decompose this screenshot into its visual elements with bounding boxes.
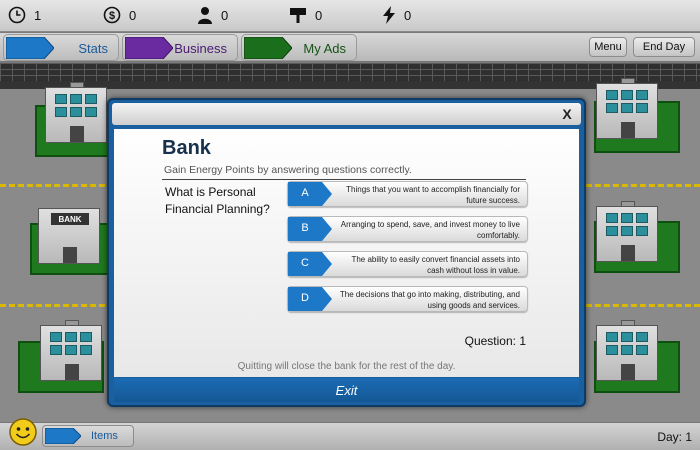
tab-business-label: Business xyxy=(174,41,227,56)
building[interactable] xyxy=(596,78,658,139)
building[interactable] xyxy=(596,201,658,262)
tab-flag-icon xyxy=(244,37,292,59)
answer-text: Things that you want to accomplish finan… xyxy=(346,185,520,205)
answer-d-button[interactable]: D The decisions that go into making, dis… xyxy=(287,286,528,312)
answer-letter: C xyxy=(301,257,309,269)
answer-letter: D xyxy=(301,292,309,304)
bank-sign: BANK xyxy=(51,213,89,225)
nav-bar: Stats Business My Ads Menu End Day xyxy=(0,33,700,62)
tab-flag-icon xyxy=(125,37,173,59)
exit-button[interactable]: Exit xyxy=(114,378,579,402)
items-button[interactable]: Items xyxy=(42,425,134,447)
answer-b-button[interactable]: B Arranging to spend, save, and invest m… xyxy=(287,216,528,242)
sign-icon xyxy=(290,8,306,23)
dollar-icon: $ xyxy=(103,6,121,24)
tab-stats[interactable]: Stats xyxy=(3,34,119,61)
answer-letter: B xyxy=(301,222,309,234)
bottom-bar: Items Day: 1 xyxy=(0,418,700,450)
menu-button[interactable]: Menu xyxy=(589,37,627,57)
tab-stats-label: Stats xyxy=(78,41,108,56)
smiley-icon[interactable] xyxy=(8,417,38,447)
bank-building[interactable]: BANK xyxy=(38,208,100,264)
building[interactable] xyxy=(596,320,658,381)
day-label: Day: 1 xyxy=(657,430,692,444)
tab-flag-icon xyxy=(45,428,81,444)
tab-flag-icon xyxy=(6,37,54,59)
dialog-subtitle: Gain Energy Points by answering question… xyxy=(164,164,412,176)
answer-a-button[interactable]: A Things that you want to accomplish fin… xyxy=(287,181,528,207)
divider xyxy=(162,179,526,180)
ads-value: 0 xyxy=(315,7,323,23)
tab-my-ads[interactable]: My Ads xyxy=(241,34,357,61)
tab-my-ads-label: My Ads xyxy=(303,41,346,56)
svg-text:$: $ xyxy=(109,10,115,22)
dialog-title-bar: X xyxy=(112,103,581,125)
energy-counter: 0 xyxy=(382,6,411,24)
person-icon xyxy=(198,7,212,24)
brick-wall xyxy=(0,63,700,81)
ads-counter: 0 xyxy=(289,6,322,24)
money-counter: $ 0 xyxy=(103,6,136,24)
close-button[interactable]: X xyxy=(556,104,578,123)
building[interactable] xyxy=(40,320,102,381)
day-count-value: 1 xyxy=(34,7,42,23)
building[interactable] xyxy=(45,82,107,143)
answer-letter: A xyxy=(301,187,309,199)
energy-value: 0 xyxy=(404,7,412,23)
money-value: 0 xyxy=(129,7,137,23)
items-label: Items xyxy=(91,430,118,442)
clock-icon xyxy=(8,6,26,24)
lightning-icon xyxy=(383,6,395,24)
question-number: Question: 1 xyxy=(464,334,526,348)
answer-text: Arranging to spend, save, and invest mon… xyxy=(340,220,520,240)
customers-counter: 0 xyxy=(197,6,228,24)
answer-text: The decisions that go into making, distr… xyxy=(339,290,520,310)
customers-value: 0 xyxy=(221,7,229,23)
bank-dialog: X Bank Gain Energy Points by answering q… xyxy=(107,98,586,407)
stats-bar: 1 $ 0 0 0 0 xyxy=(0,0,700,32)
day-counter: 1 xyxy=(8,6,41,24)
dialog-body: Bank Gain Energy Points by answering que… xyxy=(114,129,579,377)
dialog-title: Bank xyxy=(162,137,211,159)
tab-business[interactable]: Business xyxy=(122,34,238,61)
end-day-button[interactable]: End Day xyxy=(633,37,695,57)
answer-text: The ability to easily convert financial … xyxy=(351,255,520,275)
answer-c-button[interactable]: C The ability to easily convert financia… xyxy=(287,251,528,277)
question-text: What is Personal Financial Planning? xyxy=(165,185,270,216)
quit-note: Quitting will close the bank for the res… xyxy=(237,361,456,372)
